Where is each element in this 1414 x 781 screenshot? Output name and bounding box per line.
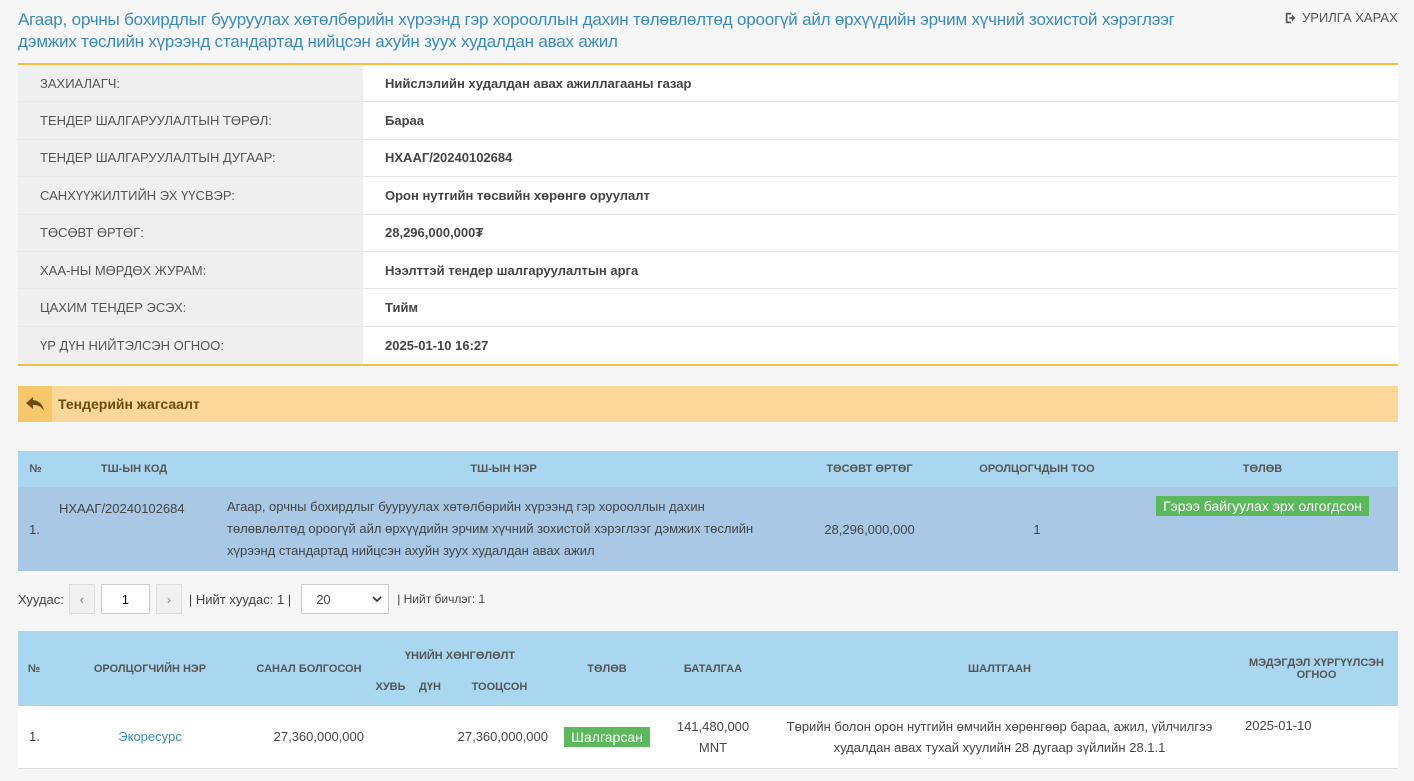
info-row: Санхүүжилтийн эх үүсвэр: Орон нутгийн төс…: [18, 177, 1398, 215]
col-notice-date: Мэдэгдэл хүргүүлсэн огноо: [1235, 631, 1398, 706]
chevron-right-icon: ›: [166, 591, 172, 607]
col-code: ТШ-ын код: [53, 451, 215, 487]
col-name: ТШ-ын нэр: [215, 451, 792, 487]
page-number-input[interactable]: [100, 584, 150, 614]
info-value: НХААГ/20240102684: [363, 139, 1398, 177]
info-value: 2025-01-10 16:27: [363, 326, 1398, 365]
row-participants: 1: [947, 487, 1127, 571]
tender-info-table: Захиалагч: Нийслэлийн худалдан авах ажилл…: [18, 63, 1398, 367]
info-value: Орон нутгийн төсвийн хөрөнгө оруулалт: [363, 177, 1398, 214]
info-row: Тендер шалгаруулалтын төрөл: Бараа: [18, 102, 1398, 140]
row-num: 1.: [18, 706, 50, 769]
tender-list-title: Тендерийн жагсаалт: [58, 396, 200, 412]
col-guarantee: Баталгаа: [662, 631, 764, 706]
info-label: ҮР ДҮН НИЙТЭЛСЭН ОГНОО:: [18, 326, 363, 365]
info-row: ХАА-ны мөрдөх журам: Нээлттэй тендер шалг…: [18, 251, 1398, 290]
row-name: Агаар, орчны бохирдлыг бууруулах хөтөлбө…: [215, 487, 792, 571]
row-discount-amount: [413, 706, 447, 769]
col-num: №: [18, 631, 50, 706]
info-row: Тендер шалгаруулалтын дугаар: НХААГ/20240…: [18, 139, 1398, 178]
row-offer: 27,360,000,000: [250, 706, 368, 769]
info-label: Захиалагч:: [18, 65, 363, 102]
total-pages: | Нийт хуудас: 1 |: [188, 591, 292, 607]
row-calculated: 27,360,000,000: [447, 706, 552, 769]
chevron-down-icon: [372, 596, 382, 603]
tender-table: № ТШ-ын код ТШ-ын нэр Төсөвт өртөг Оролц…: [18, 451, 1398, 571]
prev-page-button[interactable]: ‹: [68, 584, 95, 614]
row-discount-pct: [368, 706, 413, 769]
row-num: 1.: [18, 487, 53, 571]
info-row: Төсөвт өртөг: 28,296,000,000₮: [18, 214, 1398, 252]
page-size-value: 20: [316, 591, 331, 607]
col-budget: Төсөвт өртөг: [792, 451, 947, 487]
row-budget: 28,296,000,000: [792, 487, 947, 571]
sign-out-icon: [1285, 12, 1296, 23]
chevron-left-icon: ‹: [79, 591, 85, 607]
status-badge: Гэрээ байгуулах эрх олгогдсон: [1156, 496, 1369, 516]
col-bidder: Оролцогчийн нэр: [50, 631, 250, 706]
row-reason: Төрийн болон орон нутгийн өмчийн хөрөнгө…: [764, 706, 1235, 769]
col-status: Төлөв: [1127, 451, 1398, 487]
info-label: Санхүүжилтийн эх үүсвэр:: [18, 177, 363, 214]
row-notice-date: 2025-01-10: [1235, 706, 1398, 769]
info-label: Цахим тендер эсэх:: [18, 289, 363, 326]
col-calculated: Тооцсон: [447, 668, 552, 706]
col-reason: Шалтгаан: [764, 631, 1235, 706]
info-value: 28,296,000,000₮: [363, 214, 1398, 251]
row-bidder-cell: Экоресурс: [50, 706, 250, 769]
col-participants: Оролцогчдын тоо: [947, 451, 1127, 487]
info-label: Төсөвт өртөг:: [18, 214, 363, 251]
next-page-button[interactable]: ›: [155, 584, 182, 614]
col-discount-amount: Дүн: [413, 668, 447, 706]
info-label: Тендер шалгаруулалтын төрөл:: [18, 102, 363, 139]
row-status-cell: Шалгарсан: [552, 706, 662, 769]
reply-icon: [18, 386, 52, 422]
info-row: ҮР ДҮН НИЙТЭЛСЭН ОГНОО: 2025-01-10 16:27: [18, 326, 1398, 365]
table-row[interactable]: 1. НХААГ/20240102684 Агаар, орчны бохирд…: [18, 487, 1398, 571]
info-value: Бараа: [363, 102, 1398, 139]
col-discount-pct: Хувь: [368, 668, 413, 706]
info-value: Нийслэлийн худалдан авах ажиллагааны газ…: [363, 65, 1398, 102]
col-status: Төлөв: [552, 631, 662, 706]
view-invitation-label: УРИЛГА ХАРАХ: [1302, 10, 1398, 25]
info-label: ХАА-ны мөрдөх журам:: [18, 251, 363, 289]
row-code: НХААГ/20240102684: [53, 487, 215, 571]
info-value: Тийм: [363, 289, 1398, 326]
info-value: Нээлттэй тендер шалгаруулалтын арга: [363, 251, 1398, 289]
view-invitation-link[interactable]: УРИЛГА ХАРАХ: [1284, 10, 1398, 25]
row-status-cell: Гэрээ байгуулах эрх олгогдсон: [1127, 487, 1398, 571]
page-title: Агаар, орчны бохирдлыг бууруулах хөтөлбө…: [18, 10, 1175, 51]
page-label: Хуудас:: [18, 591, 64, 607]
row-guarantee: 141,480,000 MNT: [662, 706, 764, 769]
pagination: Хуудас: ‹ › | Нийт хуудас: 1 | 20 | Нийт…: [18, 584, 485, 614]
info-label: Тендер шалгаруулалтын дугаар:: [18, 139, 363, 177]
col-offer: Санал болгосон: [250, 631, 368, 706]
total-records: | Нийт бичлэг: 1: [397, 592, 486, 606]
col-num: №: [18, 451, 53, 487]
tender-list-header: Тендерийн жагсаалт: [18, 386, 1398, 422]
table-row[interactable]: 1. Экоресурс 27,360,000,000 27,360,000,0…: [18, 706, 1398, 769]
status-badge: Шалгарсан: [564, 726, 650, 747]
info-row: Захиалагч: Нийслэлийн худалдан авах ажилл…: [18, 65, 1398, 103]
page-size-select[interactable]: 20: [301, 584, 390, 614]
bidder-link[interactable]: Экоресурс: [118, 729, 181, 744]
col-discount-group: Үнийн хөнгөлөлт: [368, 631, 552, 668]
bidder-table: № Оролцогчийн нэр Санал болгосон Үнийн х…: [18, 631, 1398, 769]
info-row: Цахим тендер эсэх: Тийм: [18, 289, 1398, 327]
